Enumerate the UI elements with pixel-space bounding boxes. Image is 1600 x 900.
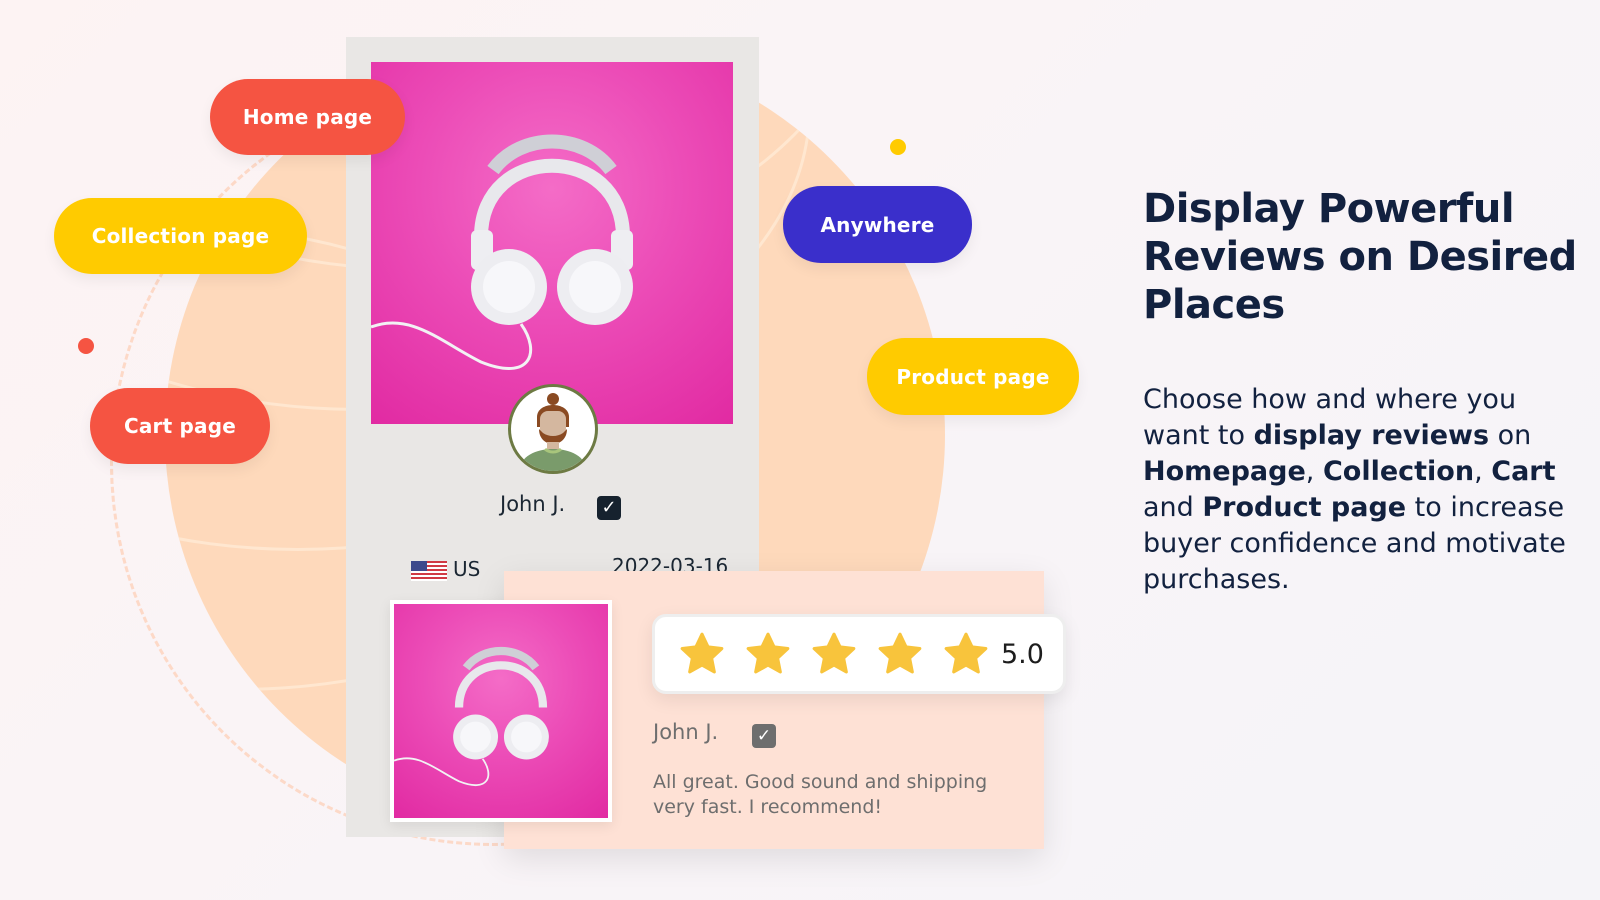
star-filled-icon [944, 632, 988, 674]
review-thumbnail [394, 604, 608, 818]
description-text: and [1143, 492, 1203, 523]
product-photo [371, 62, 733, 424]
country-label: US [453, 557, 481, 581]
avatar [508, 384, 598, 474]
description-emphasis: Collection [1322, 456, 1475, 487]
description-text: , [1305, 456, 1323, 487]
tag-product-page[interactable]: Product page [867, 338, 1079, 415]
star-filled-icon [812, 632, 856, 674]
description-text: on [1489, 420, 1532, 451]
headline: Display Powerful Reviews on Desired Plac… [1143, 186, 1577, 328]
description-emphasis: Homepage [1143, 456, 1306, 487]
yellow-dot [890, 139, 906, 155]
tag-collection-page[interactable]: Collection page [54, 198, 307, 274]
description-text: , [1474, 456, 1492, 487]
coral-dot [78, 338, 94, 354]
review-reviewer-name: John J. [653, 720, 719, 744]
tag-cart-page[interactable]: Cart page [90, 388, 270, 464]
star-filled-icon [746, 632, 790, 674]
star-filled-icon [680, 632, 724, 674]
description: Choose how and where you want to display… [1143, 382, 1583, 598]
bearded-man-icon [519, 393, 587, 471]
headphones-icon [394, 646, 549, 787]
review-thumbnail-frame [390, 600, 612, 822]
review-text: All great. Good sound and shipping very … [653, 771, 988, 818]
reviewer-name: John J. [500, 492, 566, 516]
tag-anywhere[interactable]: Anywhere [783, 186, 972, 263]
verified-check-icon: ✓ [597, 496, 621, 520]
us-flag-icon [411, 561, 447, 581]
description-emphasis: Product page [1202, 492, 1407, 523]
star-filled-icon [878, 632, 922, 674]
rating-value: 5.0 [1001, 638, 1044, 670]
headphones-icon [371, 134, 633, 370]
star-rating: 5.0 [652, 614, 1066, 694]
verified-check-icon: ✓ [752, 724, 776, 748]
description-emphasis: Cart [1491, 456, 1556, 487]
description-emphasis: display reviews [1253, 420, 1490, 451]
tag-home-page[interactable]: Home page [210, 79, 405, 155]
